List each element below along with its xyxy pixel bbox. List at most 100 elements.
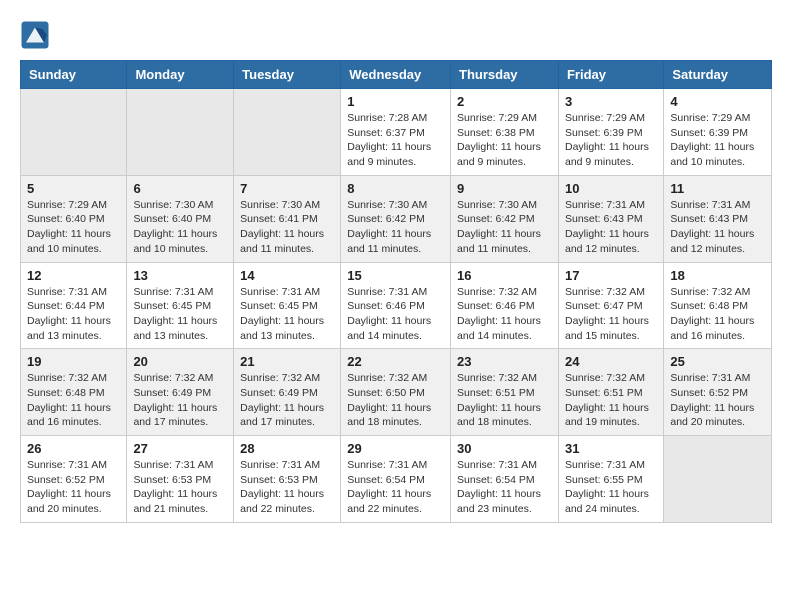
calendar-cell: 12Sunrise: 7:31 AM Sunset: 6:44 PM Dayli… [21,262,127,349]
day-info: Sunrise: 7:30 AM Sunset: 6:41 PM Dayligh… [240,198,334,257]
day-number: 9 [457,181,552,196]
weekday-header-monday: Monday [127,61,234,89]
calendar-cell [234,89,341,176]
weekday-header-wednesday: Wednesday [341,61,451,89]
day-info: Sunrise: 7:30 AM Sunset: 6:42 PM Dayligh… [457,198,552,257]
day-info: Sunrise: 7:31 AM Sunset: 6:43 PM Dayligh… [670,198,765,257]
calendar-week-3: 12Sunrise: 7:31 AM Sunset: 6:44 PM Dayli… [21,262,772,349]
day-number: 24 [565,354,657,369]
day-info: Sunrise: 7:29 AM Sunset: 6:39 PM Dayligh… [670,111,765,170]
calendar-cell: 27 Sunrise: 7:31 AM Sunset: 6:53 PM Dayli… [127,436,234,523]
calendar-cell: 16 Sunrise: 7:32 AM Sunset: 6:46 PM Dayli… [451,262,559,349]
weekday-header-tuesday: Tuesday [234,61,341,89]
day-number: 1 [347,94,444,109]
day-number: 7 [240,181,334,196]
calendar-cell: 6 Sunrise: 7:30 AM Sunset: 6:40 PM Daylig… [127,175,234,262]
day-info: Sunrise: 7:30 AM Sunset: 6:42 PM Dayligh… [347,198,444,257]
calendar-cell: 9 Sunrise: 7:30 AM Sunset: 6:42 PM Daylig… [451,175,559,262]
weekday-header-friday: Friday [558,61,663,89]
day-number: 17 [565,268,657,283]
day-info: Sunrise: 7:31 AM Sunset: 6:55 PM Dayligh… [565,458,657,517]
day-number: 23 [457,354,552,369]
day-info: Sunrise: 7:31 AM Sunset: 6:54 PM Dayligh… [457,458,552,517]
weekday-header-saturday: Saturday [664,61,772,89]
calendar-cell: 30 Sunrise: 7:31 AM Sunset: 6:54 PM Dayli… [451,436,559,523]
day-number: 30 [457,441,552,456]
day-info: Sunrise: 7:31 AM Sunset: 6:52 PM Dayligh… [27,458,120,517]
day-info: Sunrise: 7:32 AM Sunset: 6:50 PM Dayligh… [347,371,444,430]
day-info: Sunrise: 7:32 AM Sunset: 6:51 PM Dayligh… [457,371,552,430]
day-info: Sunrise: 7:29 AM Sunset: 6:40 PM Dayligh… [27,198,120,257]
calendar-cell: 29 Sunrise: 7:31 AM Sunset: 6:54 PM Dayli… [341,436,451,523]
day-info: Sunrise: 7:31 AM Sunset: 6:53 PM Dayligh… [133,458,227,517]
calendar-cell: 1 Sunrise: 7:28 AM Sunset: 6:37 PM Daylig… [341,89,451,176]
day-number: 16 [457,268,552,283]
calendar-cell: 20Sunrise: 7:32 AM Sunset: 6:49 PM Dayli… [127,349,234,436]
calendar-cell: 5 Sunrise: 7:29 AM Sunset: 6:40 PM Daylig… [21,175,127,262]
calendar-cell: 2 Sunrise: 7:29 AM Sunset: 6:38 PM Daylig… [451,89,559,176]
day-number: 29 [347,441,444,456]
day-number: 5 [27,181,120,196]
calendar-cell: 18Sunrise: 7:32 AM Sunset: 6:48 PM Dayli… [664,262,772,349]
logo [20,20,52,50]
calendar-cell: 3Sunrise: 7:29 AM Sunset: 6:39 PM Daylig… [558,89,663,176]
day-number: 6 [133,181,227,196]
calendar-week-1: 1 Sunrise: 7:28 AM Sunset: 6:37 PM Daylig… [21,89,772,176]
calendar-cell: 14Sunrise: 7:31 AM Sunset: 6:45 PM Dayli… [234,262,341,349]
day-number: 13 [133,268,227,283]
day-number: 25 [670,354,765,369]
day-number: 11 [670,181,765,196]
day-info: Sunrise: 7:32 AM Sunset: 6:46 PM Dayligh… [457,285,552,344]
day-number: 4 [670,94,765,109]
calendar-cell: 13 Sunrise: 7:31 AM Sunset: 6:45 PM Dayli… [127,262,234,349]
day-number: 12 [27,268,120,283]
day-info: Sunrise: 7:32 AM Sunset: 6:47 PM Dayligh… [565,285,657,344]
day-number: 8 [347,181,444,196]
calendar-header-row: SundayMondayTuesdayWednesdayThursdayFrid… [21,61,772,89]
day-info: Sunrise: 7:31 AM Sunset: 6:43 PM Dayligh… [565,198,657,257]
calendar-cell: 15 Sunrise: 7:31 AM Sunset: 6:46 PM Dayli… [341,262,451,349]
day-info: Sunrise: 7:31 AM Sunset: 6:45 PM Dayligh… [133,285,227,344]
calendar-cell: 4 Sunrise: 7:29 AM Sunset: 6:39 PM Daylig… [664,89,772,176]
calendar: SundayMondayTuesdayWednesdayThursdayFrid… [20,60,772,523]
day-info: Sunrise: 7:31 AM Sunset: 6:54 PM Dayligh… [347,458,444,517]
calendar-cell: 11 Sunrise: 7:31 AM Sunset: 6:43 PM Dayli… [664,175,772,262]
day-number: 2 [457,94,552,109]
day-info: Sunrise: 7:30 AM Sunset: 6:40 PM Dayligh… [133,198,227,257]
day-number: 22 [347,354,444,369]
day-number: 26 [27,441,120,456]
calendar-cell: 23 Sunrise: 7:32 AM Sunset: 6:51 PM Dayli… [451,349,559,436]
calendar-cell [127,89,234,176]
day-number: 31 [565,441,657,456]
day-number: 21 [240,354,334,369]
calendar-cell: 21Sunrise: 7:32 AM Sunset: 6:49 PM Dayli… [234,349,341,436]
calendar-cell: 19 Sunrise: 7:32 AM Sunset: 6:48 PM Dayli… [21,349,127,436]
weekday-header-sunday: Sunday [21,61,127,89]
calendar-cell: 31 Sunrise: 7:31 AM Sunset: 6:55 PM Dayli… [558,436,663,523]
day-info: Sunrise: 7:31 AM Sunset: 6:46 PM Dayligh… [347,285,444,344]
day-info: Sunrise: 7:31 AM Sunset: 6:45 PM Dayligh… [240,285,334,344]
weekday-header-thursday: Thursday [451,61,559,89]
day-number: 3 [565,94,657,109]
calendar-week-2: 5 Sunrise: 7:29 AM Sunset: 6:40 PM Daylig… [21,175,772,262]
day-number: 15 [347,268,444,283]
calendar-cell: 10 Sunrise: 7:31 AM Sunset: 6:43 PM Dayli… [558,175,663,262]
day-info: Sunrise: 7:32 AM Sunset: 6:48 PM Dayligh… [27,371,120,430]
day-info: Sunrise: 7:29 AM Sunset: 6:38 PM Dayligh… [457,111,552,170]
day-info: Sunrise: 7:32 AM Sunset: 6:51 PM Dayligh… [565,371,657,430]
calendar-week-5: 26 Sunrise: 7:31 AM Sunset: 6:52 PM Dayli… [21,436,772,523]
calendar-cell: 24 Sunrise: 7:32 AM Sunset: 6:51 PM Dayli… [558,349,663,436]
day-number: 19 [27,354,120,369]
calendar-week-4: 19 Sunrise: 7:32 AM Sunset: 6:48 PM Dayli… [21,349,772,436]
day-number: 27 [133,441,227,456]
day-number: 18 [670,268,765,283]
calendar-cell: 25 Sunrise: 7:31 AM Sunset: 6:52 PM Dayli… [664,349,772,436]
calendar-cell [21,89,127,176]
day-number: 10 [565,181,657,196]
calendar-cell: 26 Sunrise: 7:31 AM Sunset: 6:52 PM Dayli… [21,436,127,523]
calendar-cell: 17 Sunrise: 7:32 AM Sunset: 6:47 PM Dayli… [558,262,663,349]
day-info: Sunrise: 7:28 AM Sunset: 6:37 PM Dayligh… [347,111,444,170]
day-number: 20 [133,354,227,369]
day-info: Sunrise: 7:31 AM Sunset: 6:52 PM Dayligh… [670,371,765,430]
calendar-cell: 7 Sunrise: 7:30 AM Sunset: 6:41 PM Daylig… [234,175,341,262]
